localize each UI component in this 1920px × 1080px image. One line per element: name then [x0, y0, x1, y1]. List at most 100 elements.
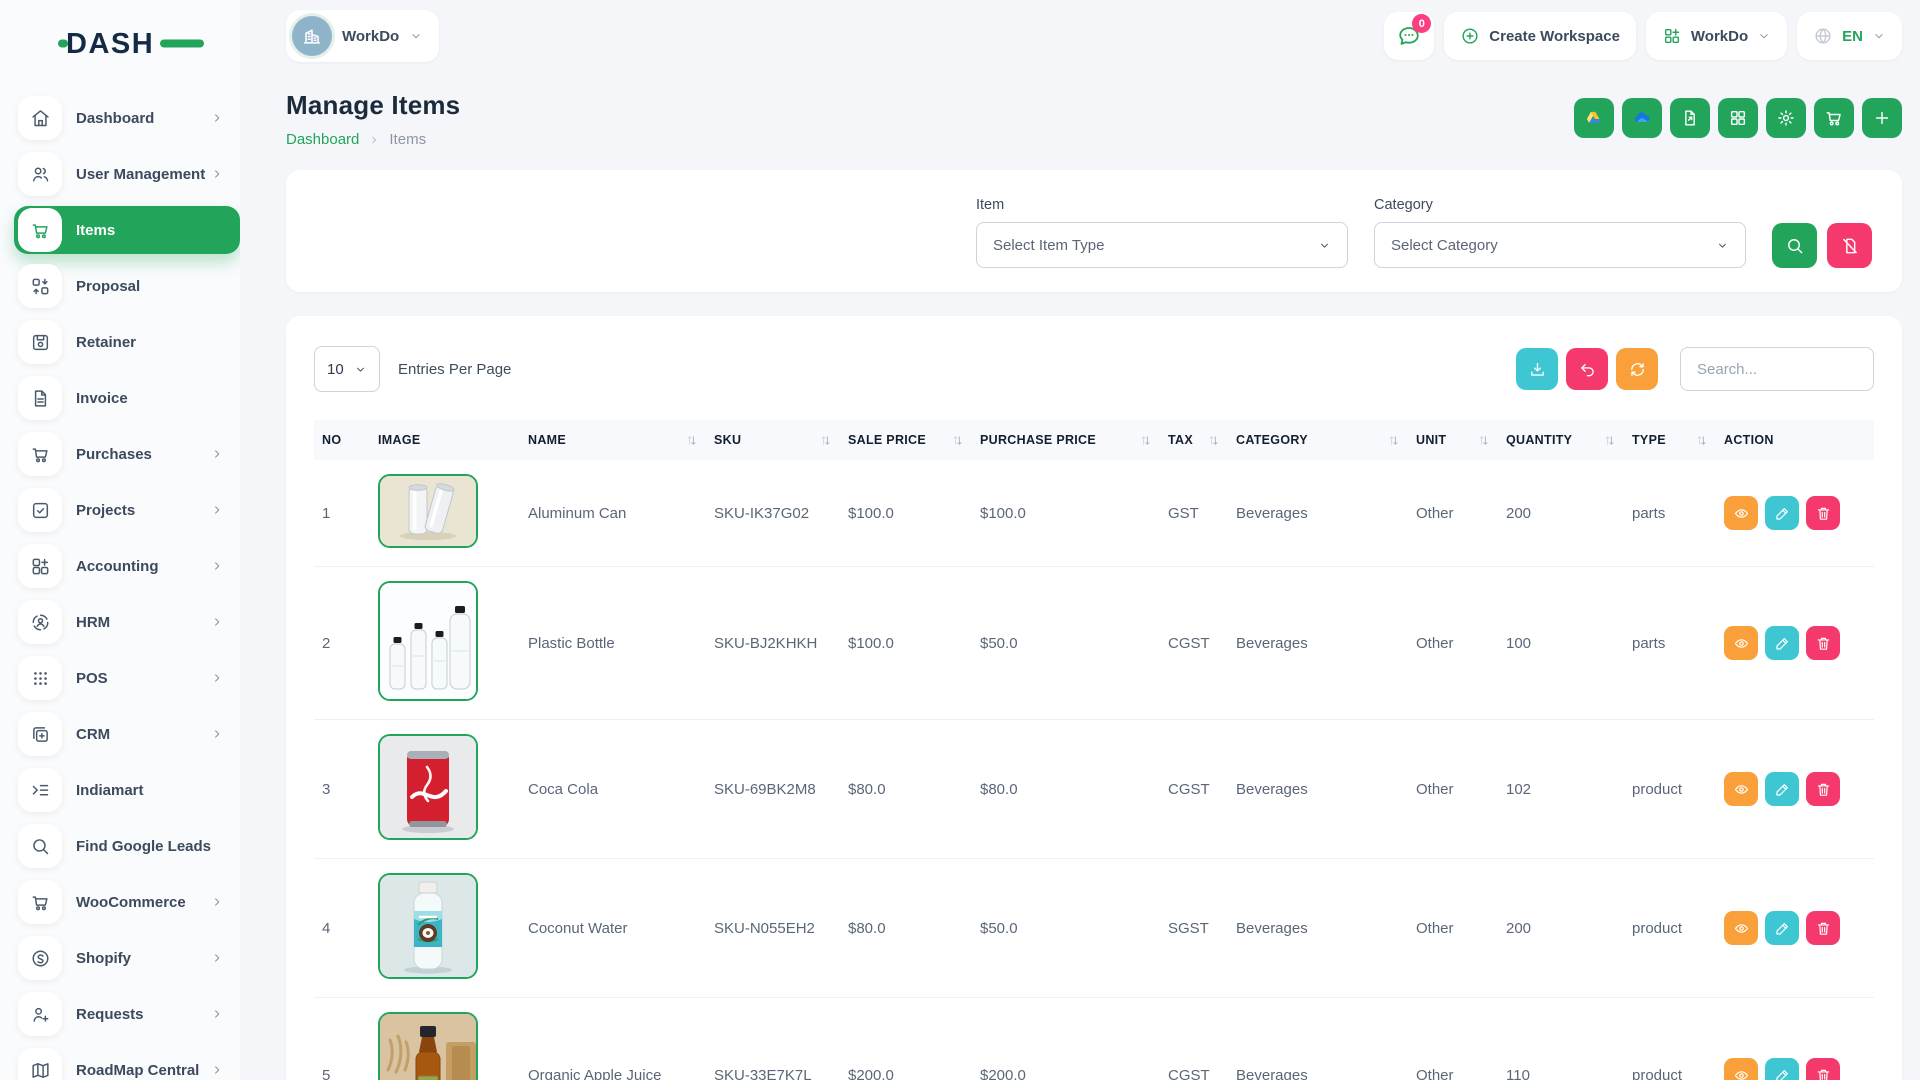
view-item-button[interactable]	[1724, 911, 1758, 945]
chevron-right-icon	[210, 951, 224, 965]
column-header-quantity[interactable]: QUANTITY	[1498, 420, 1624, 460]
sidebar-item-purchases[interactable]: Purchases	[14, 430, 240, 478]
grid-view-button[interactable]	[1718, 98, 1758, 138]
item-type: product	[1624, 859, 1716, 998]
column-header-sku[interactable]: SKU	[706, 420, 840, 460]
delete-item-button[interactable]	[1806, 626, 1840, 660]
sidebar-item-projects[interactable]: Projects	[14, 486, 240, 534]
sort-icon[interactable]	[1695, 434, 1708, 447]
sidebar-item-woocommerce[interactable]: WooCommerce	[14, 878, 240, 926]
item-unit: Other	[1408, 859, 1498, 998]
sort-icon[interactable]	[1207, 434, 1220, 447]
item-purchase-price: $100.0	[972, 460, 1160, 567]
sort-icon[interactable]	[951, 434, 964, 447]
breadcrumb-dashboard-link[interactable]: Dashboard	[286, 131, 359, 148]
edit-item-button[interactable]	[1765, 626, 1799, 660]
item-sku: SKU-BJ2KHKH	[706, 567, 840, 720]
delete-item-button[interactable]	[1806, 772, 1840, 806]
item-type-select[interactable]: Select Item Type	[976, 222, 1348, 268]
item-type-select-value: Select Item Type	[993, 237, 1104, 254]
delete-item-button[interactable]	[1806, 911, 1840, 945]
google-drive-button[interactable]	[1574, 98, 1614, 138]
sidebar-item-proposal[interactable]: Proposal	[14, 262, 240, 310]
sort-icon[interactable]	[1387, 434, 1400, 447]
edit-item-button[interactable]	[1765, 1058, 1799, 1080]
sidebar-item-indiamart[interactable]: Indiamart	[14, 766, 240, 814]
view-item-button[interactable]	[1724, 772, 1758, 806]
sort-icon[interactable]	[1603, 434, 1616, 447]
item-type: parts	[1624, 567, 1716, 720]
accounting-icon	[18, 544, 62, 588]
column-header-name[interactable]: NAME	[520, 420, 706, 460]
edit-item-button[interactable]	[1765, 772, 1799, 806]
item-tax: GST	[1160, 460, 1228, 567]
reset-filter-button[interactable]	[1827, 223, 1872, 268]
gear-icon	[1776, 108, 1796, 128]
view-item-button[interactable]	[1724, 496, 1758, 530]
item-name: Organic Apple Juice	[520, 998, 706, 1080]
column-header-unit[interactable]: UNIT	[1408, 420, 1498, 460]
item-name: Coca Cola	[520, 720, 706, 859]
onedrive-button[interactable]	[1622, 98, 1662, 138]
language-selector[interactable]: EN	[1797, 12, 1902, 60]
export-file-button[interactable]	[1670, 98, 1710, 138]
column-header-purchase-price[interactable]: PURCHASE PRICE	[972, 420, 1160, 460]
settings-button[interactable]	[1766, 98, 1806, 138]
item-sku: SKU-69BK2M8	[706, 720, 840, 859]
column-header-category[interactable]: CATEGORY	[1228, 420, 1408, 460]
category-select[interactable]: Select Category	[1374, 222, 1746, 268]
sort-icon[interactable]	[685, 434, 698, 447]
sidebar-item-user-management[interactable]: User Management	[14, 150, 240, 198]
sidebar-item-accounting[interactable]: Accounting	[14, 542, 240, 590]
create-workspace-button[interactable]: Create Workspace	[1444, 12, 1636, 60]
item-sku: SKU-IK37G02	[706, 460, 840, 567]
sidebar-item-find-google-leads[interactable]: Find Google Leads	[14, 822, 240, 870]
entries-per-page-select[interactable]: 10	[314, 346, 380, 392]
export-download-button[interactable]	[1516, 348, 1558, 390]
trash-icon	[1815, 505, 1832, 522]
column-header-type[interactable]: TYPE	[1624, 420, 1716, 460]
topbar: WorkDo 0 Create Workspace WorkDo EN	[240, 0, 1920, 72]
chevron-down-icon	[1318, 239, 1331, 252]
brand-logo[interactable]: DASH	[0, 16, 240, 70]
sidebar-item-roadmap-central[interactable]: RoadMap Central	[14, 1046, 240, 1080]
delete-item-button[interactable]	[1806, 1058, 1840, 1080]
sort-icon[interactable]	[819, 434, 832, 447]
undo-button[interactable]	[1566, 348, 1608, 390]
messages-button[interactable]: 0	[1384, 12, 1434, 60]
globe-icon	[1813, 26, 1833, 46]
sidebar-item-items[interactable]: Items	[14, 206, 240, 254]
sidebar-item-pos[interactable]: POS	[14, 654, 240, 702]
view-item-button[interactable]	[1724, 1058, 1758, 1080]
column-header-tax[interactable]: TAX	[1160, 420, 1228, 460]
workspace-switcher[interactable]: WorkDo	[286, 10, 439, 62]
sidebar-item-hrm[interactable]: HRM	[14, 598, 240, 646]
edit-item-button[interactable]	[1765, 911, 1799, 945]
chevron-down-icon	[409, 29, 423, 43]
view-item-button[interactable]	[1724, 626, 1758, 660]
table-search-input[interactable]	[1680, 347, 1874, 391]
sidebar-item-shopify[interactable]: Shopify	[14, 934, 240, 982]
item-unit: Other	[1408, 460, 1498, 567]
edit-item-button[interactable]	[1765, 496, 1799, 530]
sort-icon[interactable]	[1477, 434, 1490, 447]
apps-menu-button[interactable]: WorkDo	[1646, 12, 1787, 60]
sidebar-item-crm[interactable]: CRM	[14, 710, 240, 758]
cart-shortcut-button[interactable]	[1814, 98, 1854, 138]
delete-item-button[interactable]	[1806, 496, 1840, 530]
apply-filter-button[interactable]	[1772, 223, 1817, 268]
sidebar-item-dashboard[interactable]: Dashboard	[14, 94, 240, 142]
item-quantity: 200	[1498, 460, 1624, 567]
sidebar: DASH Dashboard User Management Items Pro…	[0, 0, 240, 1080]
sidebar-item-invoice[interactable]: Invoice	[14, 374, 240, 422]
add-item-button[interactable]	[1862, 98, 1902, 138]
sidebar-item-requests[interactable]: Requests	[14, 990, 240, 1038]
sort-icon[interactable]	[1139, 434, 1152, 447]
workspace-avatar	[292, 16, 332, 56]
column-header-sale-price[interactable]: SALE PRICE	[840, 420, 972, 460]
refresh-button[interactable]	[1616, 348, 1658, 390]
proposal-icon	[18, 264, 62, 308]
users-icon	[18, 152, 62, 196]
sidebar-item-retainer[interactable]: Retainer	[14, 318, 240, 366]
file-export-icon	[1680, 108, 1700, 128]
